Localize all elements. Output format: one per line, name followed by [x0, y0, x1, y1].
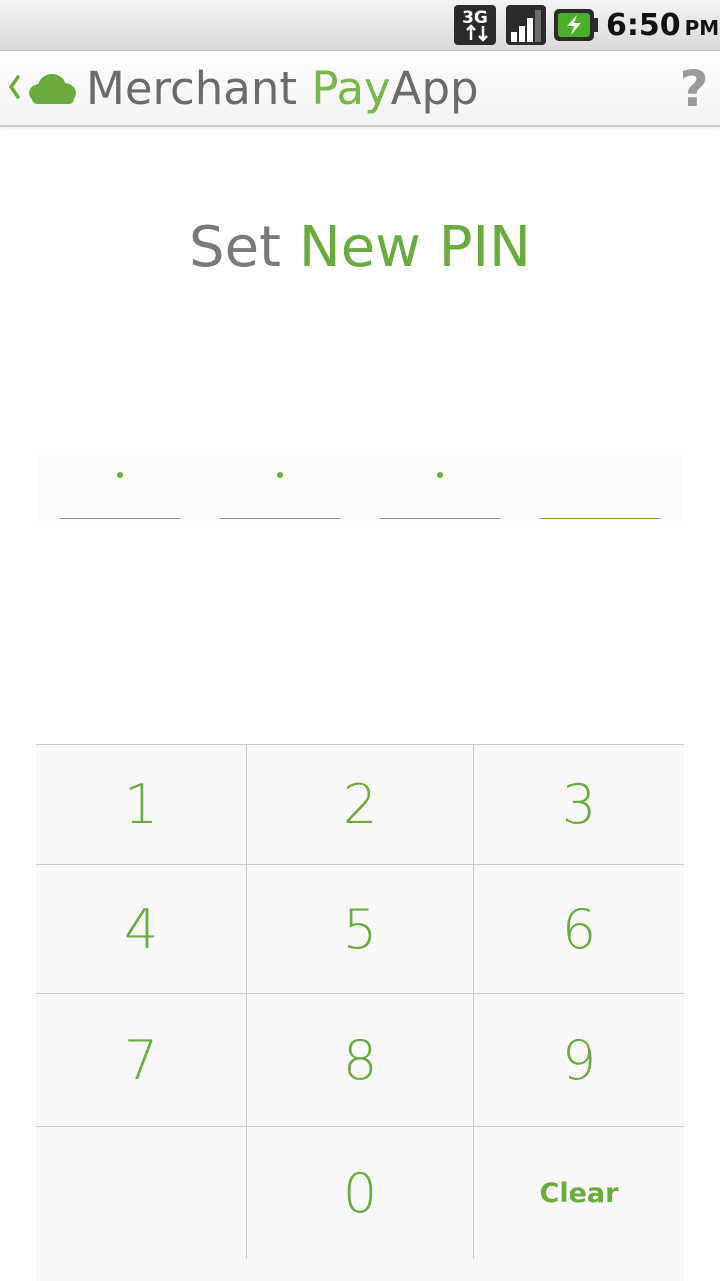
- pin-dot: [117, 472, 123, 478]
- page-title: Set New PIN: [0, 212, 720, 284]
- clock-ampm: PM: [684, 16, 720, 40]
- help-icon[interactable]: ?: [676, 61, 712, 117]
- key-3[interactable]: 3: [474, 745, 684, 864]
- pin-entry[interactable]: [38, 452, 682, 522]
- app-title-app: App: [390, 62, 479, 115]
- key-2[interactable]: 2: [247, 745, 473, 864]
- key-7[interactable]: 7: [36, 994, 246, 1126]
- page-title-accent: New PIN: [298, 215, 531, 280]
- app-title-pay: Pay: [311, 62, 391, 115]
- back-chevron-icon[interactable]: [6, 73, 22, 101]
- key-1[interactable]: 1: [36, 745, 246, 864]
- pin-dot: [437, 472, 443, 478]
- key-4[interactable]: 4: [36, 865, 246, 993]
- battery-charging-icon: [554, 9, 598, 41]
- pin-dot: [277, 472, 283, 478]
- pin-slot-2: [220, 452, 340, 519]
- cloud-logo-icon[interactable]: [24, 67, 78, 107]
- keypad: 1 2 3 4 5 6 7 8 9 0 Clear: [36, 744, 684, 1281]
- clock-time: 6:50: [606, 8, 681, 43]
- key-8[interactable]: 8: [247, 994, 473, 1126]
- signal-icon: [506, 5, 546, 45]
- clear-button[interactable]: Clear: [474, 1127, 684, 1259]
- action-bar: Merchant PayApp ?: [0, 51, 720, 127]
- key-9[interactable]: 9: [474, 994, 684, 1126]
- app-title-merchant: Merchant: [86, 62, 312, 115]
- key-0[interactable]: 0: [247, 1127, 473, 1259]
- key-5[interactable]: 5: [247, 865, 473, 993]
- app-title: Merchant PayApp: [86, 59, 479, 119]
- status-bar: 3G 6:50 PM: [0, 0, 720, 51]
- svg-text:3G: 3G: [462, 8, 488, 28]
- 3g-icon: 3G: [454, 5, 496, 45]
- page-title-prefix: Set: [189, 215, 299, 280]
- pin-slot-1: [60, 452, 180, 519]
- pin-slot-4: [540, 452, 660, 519]
- pin-slot-3: [380, 452, 500, 519]
- key-6[interactable]: 6: [474, 865, 684, 993]
- key-blank: [36, 1127, 246, 1259]
- clock: 6:50 PM: [606, 6, 719, 46]
